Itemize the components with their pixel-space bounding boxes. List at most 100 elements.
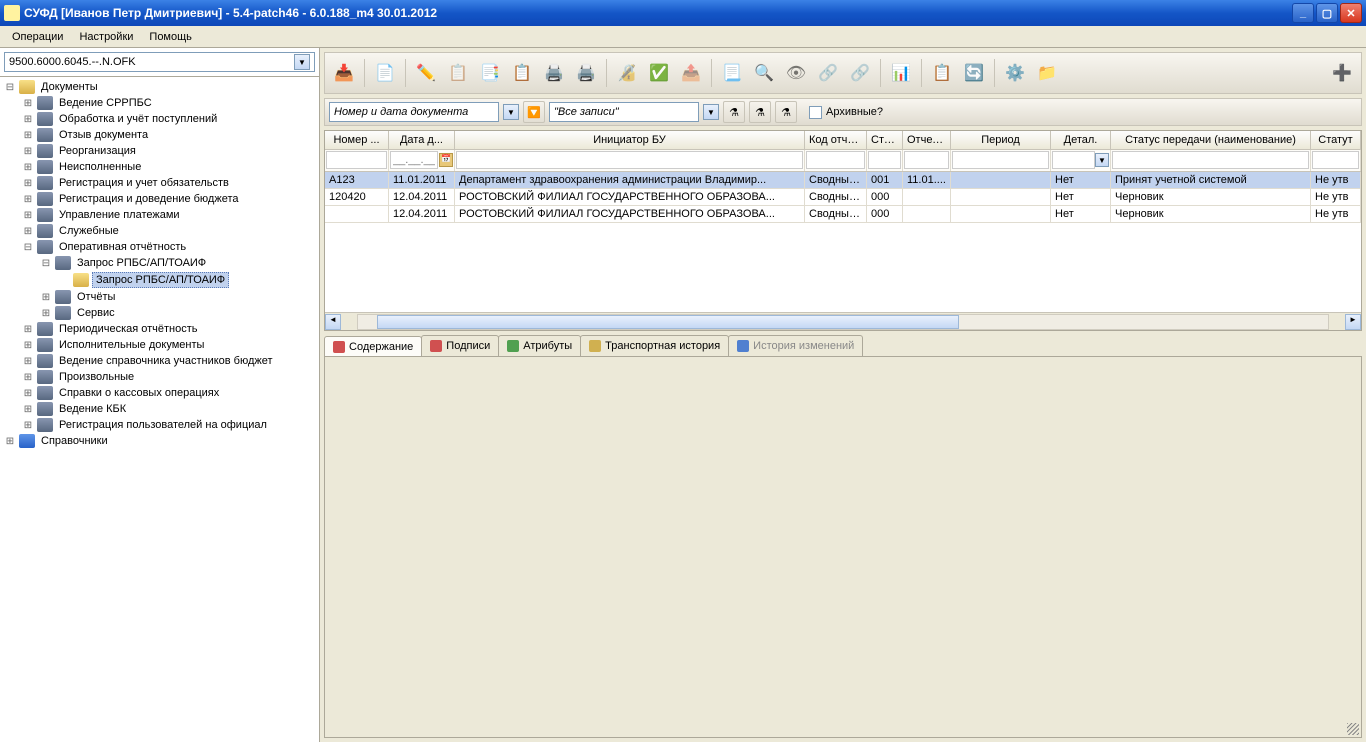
tree-item[interactable]: ⊞Ведение СРРПБС — [2, 95, 317, 111]
filter-apply-button[interactable]: 🔽 — [523, 101, 545, 123]
menu-settings[interactable]: Настройки — [71, 29, 141, 45]
tab-content[interactable]: Содержание — [324, 336, 422, 357]
tree-item[interactable]: ⊞Периодическая отчётность — [2, 321, 317, 337]
dropdown-icon[interactable]: ▼ — [294, 54, 310, 70]
dropdown-icon[interactable]: ▼ — [703, 104, 719, 120]
filter-type-selector[interactable]: Номер и дата документа — [329, 102, 499, 122]
tree-item[interactable]: ⊞Отзыв документа — [2, 127, 317, 143]
filter-stat-input[interactable] — [1112, 151, 1309, 169]
filter-date-input[interactable] — [390, 151, 438, 169]
toolbar-send-button[interactable]: 📤 — [676, 58, 706, 88]
toolbar-refresh-button[interactable]: 🔄 — [959, 58, 989, 88]
toolbar-sign-button[interactable]: 🔏 — [612, 58, 642, 88]
tab-transport[interactable]: Транспортная история — [580, 335, 729, 356]
col-date[interactable]: Дата д... — [389, 131, 455, 149]
filter-det-input[interactable] — [1052, 151, 1095, 169]
toolbar-doc-button[interactable]: 📃 — [717, 58, 747, 88]
toolbar-link-button[interactable]: 🔗 — [813, 58, 843, 88]
table-row[interactable]: А123 11.01.2011 Департамент здравоохране… — [325, 172, 1361, 189]
calendar-icon[interactable]: 📅 — [439, 153, 453, 167]
toolbar-print2-button[interactable]: 🖨️ — [571, 58, 601, 88]
tree-root-reference[interactable]: ⊞Справочники — [2, 433, 317, 449]
tree-item-operative[interactable]: ⊟Оперативная отчётность — [2, 239, 317, 255]
menu-help[interactable]: Помощь — [141, 29, 200, 45]
menu-operations[interactable]: Операции — [4, 29, 71, 45]
toolbar-verify-button[interactable]: ✅ — [644, 58, 674, 88]
tree-item[interactable]: ⊞Служебные — [2, 223, 317, 239]
filter-funnel-button[interactable]: ⚗ — [723, 101, 745, 123]
col-detail[interactable]: Детал. — [1051, 131, 1111, 149]
col-initiator[interactable]: Инициатор БУ — [455, 131, 805, 149]
resize-grip[interactable] — [1347, 723, 1359, 735]
tab-signatures[interactable]: Подписи — [421, 335, 499, 356]
dropdown-icon[interactable]: ▼ — [503, 104, 519, 120]
tree-item[interactable]: ⊞Ведение КБК — [2, 401, 317, 417]
archive-checkbox[interactable] — [809, 106, 822, 119]
filter-init-input[interactable] — [456, 151, 803, 169]
tree-item-request-selected[interactable]: Запрос РПБС/АП/ТОАИФ — [2, 271, 317, 289]
toolbar-paste-button[interactable]: 📋 — [507, 58, 537, 88]
filter-sta-input[interactable] — [868, 151, 901, 169]
scroll-left-button[interactable]: ◄ — [325, 314, 341, 330]
toolbar-import-button[interactable]: 📥 — [329, 58, 359, 88]
tree-item[interactable]: ⊞Сервис — [2, 305, 317, 321]
col-status[interactable]: Статус передачи (наименование) — [1111, 131, 1311, 149]
dropdown-icon[interactable]: ▼ — [1095, 153, 1109, 167]
toolbar-copy-button[interactable]: 📋 — [443, 58, 473, 88]
tab-history[interactable]: История изменений — [728, 335, 863, 356]
col-code[interactable]: Код отчёт... — [805, 131, 867, 149]
filter-records-selector[interactable]: "Все записи" — [549, 102, 699, 122]
toolbar-add-button[interactable]: ➕ — [1327, 58, 1357, 88]
col-otch[interactable]: Отчетн... — [903, 131, 951, 149]
toolbar-settings-button[interactable]: ⚙️ — [1000, 58, 1030, 88]
toolbar-new-button[interactable]: 📄 — [370, 58, 400, 88]
tree-item[interactable]: ⊞Ведение справочника участников бюджет — [2, 353, 317, 369]
tree-item[interactable]: ⊞Реорганизация — [2, 143, 317, 159]
toolbar-copy2-button[interactable]: 📑 — [475, 58, 505, 88]
table-row[interactable]: 120420 12.04.2011 РОСТОВСКИЙ ФИЛИАЛ ГОСУ… — [325, 189, 1361, 206]
toolbar-search-button[interactable]: 🔍 — [749, 58, 779, 88]
toolbar-print-button[interactable]: 🖨️ — [539, 58, 569, 88]
tree-item[interactable]: ⊞Регистрация пользователей на официал — [2, 417, 317, 433]
folder-open-icon — [19, 80, 35, 94]
tree-root-documents[interactable]: ⊟Документы — [2, 79, 317, 95]
col-sta[interactable]: Ста... — [867, 131, 903, 149]
toolbar-folder-button[interactable]: 📁 — [1032, 58, 1062, 88]
tree-item[interactable]: ⊞Неисполненные — [2, 159, 317, 175]
scroll-thumb[interactable] — [377, 315, 959, 329]
attributes-icon — [507, 340, 519, 352]
filter-clear-button[interactable]: ⚗ — [775, 101, 797, 123]
tree-item-request[interactable]: ⊟Запрос РПБС/АП/ТОАИФ — [2, 255, 317, 271]
org-selector[interactable]: 9500.6000.6045.--.N.OFK ▼ — [4, 52, 315, 72]
close-button[interactable]: ✕ — [1340, 3, 1362, 23]
filter-statut-input[interactable] — [1312, 151, 1359, 169]
toolbar-edit-button[interactable]: ✏️ — [411, 58, 441, 88]
tree-item[interactable]: ⊞Произвольные — [2, 369, 317, 385]
tree-item[interactable]: ⊞Обработка и учёт поступлений — [2, 111, 317, 127]
toolbar-link2-button[interactable]: 🔗 — [845, 58, 875, 88]
tree-item[interactable]: ⊞Исполнительные документы — [2, 337, 317, 353]
tree-item[interactable]: ⊞Регистрация и доведение бюджета — [2, 191, 317, 207]
tree-item[interactable]: ⊞Отчёты — [2, 289, 317, 305]
filter-code-input[interactable] — [806, 151, 865, 169]
tree-item[interactable]: ⊞Управление платежами — [2, 207, 317, 223]
tree-item[interactable]: ⊞Регистрация и учет обязательств — [2, 175, 317, 191]
nav-tree: ⊟Документы ⊞Ведение СРРПБС ⊞Обработка и … — [0, 77, 319, 742]
col-period[interactable]: Период — [951, 131, 1051, 149]
toolbar-export-button[interactable]: 📊 — [886, 58, 916, 88]
filter-funnel2-button[interactable]: ⚗ — [749, 101, 771, 123]
tree-item[interactable]: ⊞Справки о кассовых операциях — [2, 385, 317, 401]
filter-otch-input[interactable] — [904, 151, 949, 169]
maximize-button[interactable]: ▢ — [1316, 3, 1338, 23]
toolbar-view2-button[interactable]: 📋 — [927, 58, 957, 88]
tab-attributes[interactable]: Атрибуты — [498, 335, 581, 356]
horizontal-scrollbar[interactable]: ◄ ► — [325, 312, 1361, 330]
col-statut[interactable]: Статут — [1311, 131, 1361, 149]
filter-num-input[interactable] — [326, 151, 387, 169]
col-number[interactable]: Номер ... — [325, 131, 389, 149]
filter-per-input[interactable] — [952, 151, 1049, 169]
table-row[interactable]: 12.04.2011 РОСТОВСКИЙ ФИЛИАЛ ГОСУДАРСТВЕ… — [325, 206, 1361, 223]
minimize-button[interactable]: _ — [1292, 3, 1314, 23]
scroll-right-button[interactable]: ► — [1345, 314, 1361, 330]
toolbar-view-button[interactable]: 👁 — [781, 58, 811, 88]
